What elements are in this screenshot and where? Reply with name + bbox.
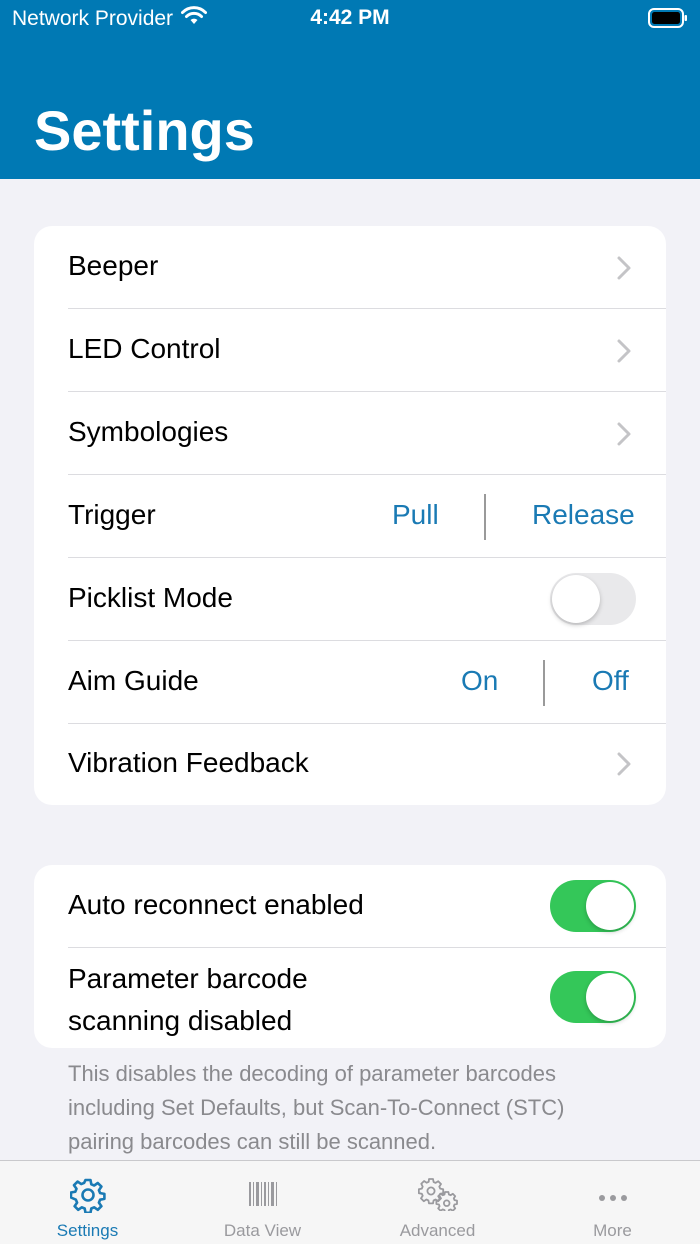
tab-label: More <box>593 1221 632 1240</box>
settings-row-symbologies[interactable]: Symbologies <box>34 392 666 475</box>
tab-label: Settings <box>56 1221 119 1240</box>
row-label: Beeper <box>68 250 159 281</box>
row-label: Vibration Feedback <box>68 747 309 778</box>
settings-row-parameter-barcode: Parameter barcode scanning disabled <box>34 948 666 1048</box>
auto-reconnect-toggle[interactable] <box>550 880 636 932</box>
picklist-mode-toggle[interactable] <box>550 573 636 625</box>
chevron-right-icon <box>617 256 631 280</box>
row-label: Picklist Mode <box>68 582 233 613</box>
settings-row-led-control[interactable]: LED Control <box>34 309 666 392</box>
gear-icon <box>69 1177 106 1218</box>
chevron-right-icon <box>617 752 631 776</box>
tab-data-view[interactable]: Data View <box>175 1161 350 1244</box>
segment-divider <box>543 660 545 706</box>
row-label: Symbologies <box>68 416 229 447</box>
chevron-right-icon <box>617 422 631 446</box>
scanner-settings-card: Beeper LED Control Symbologies Trigger P… <box>34 226 666 805</box>
settings-row-picklist-mode: Picklist Mode <box>34 558 666 641</box>
row-label: LED Control <box>68 333 221 364</box>
connection-settings-card: Auto reconnect enabled Parameter barcode… <box>34 865 666 1048</box>
chevron-right-icon <box>617 339 631 363</box>
tab-label: Advanced <box>399 1221 476 1240</box>
settings-row-aim-guide: Aim Guide On Off <box>34 641 666 724</box>
footnote-text: This disables the decoding of parameter … <box>68 1057 638 1159</box>
toggle-knob <box>586 882 634 930</box>
row-label: Auto reconnect enabled <box>68 889 364 920</box>
ellipsis-icon <box>598 1189 628 1207</box>
footnote-line: pairing barcodes can still be scanned. <box>68 1129 437 1154</box>
barcode-icon <box>248 1181 278 1212</box>
footnote-line: This disables the decoding of parameter … <box>68 1061 556 1086</box>
battery-icon <box>648 8 688 33</box>
header-bar: Network Provider 4:42 PM Settings <box>0 0 700 179</box>
tab-settings[interactable]: Settings <box>0 1161 175 1244</box>
row-label-line: scanning disabled <box>68 1005 293 1036</box>
trigger-release-option[interactable]: Release <box>532 499 635 531</box>
gears-icon <box>417 1177 458 1216</box>
aim-guide-off-option[interactable]: Off <box>592 665 629 697</box>
tab-bar: Settings Data View Advanced More <box>0 1160 700 1244</box>
settings-row-auto-reconnect: Auto reconnect enabled <box>34 865 666 948</box>
toggle-knob <box>552 575 600 623</box>
tab-more[interactable]: More <box>525 1161 700 1244</box>
page-title: Settings <box>34 99 255 162</box>
aim-guide-on-option[interactable]: On <box>461 665 498 697</box>
tab-advanced[interactable]: Advanced <box>350 1161 525 1244</box>
tab-label: Data View <box>223 1221 302 1240</box>
status-time: 4:42 PM <box>310 6 390 29</box>
parameter-barcode-toggle[interactable] <box>550 971 636 1023</box>
row-label: Parameter barcode scanning disabled <box>68 958 308 1042</box>
settings-row-vibration-feedback[interactable]: Vibration Feedback <box>34 724 666 805</box>
row-label-line: Parameter barcode <box>68 963 308 994</box>
row-label: Trigger <box>68 499 156 530</box>
segment-divider <box>484 494 486 540</box>
trigger-pull-option[interactable]: Pull <box>392 499 439 531</box>
toggle-knob <box>586 973 634 1021</box>
settings-row-beeper[interactable]: Beeper <box>34 226 666 309</box>
row-label: Aim Guide <box>68 665 199 696</box>
settings-row-trigger: Trigger Pull Release <box>34 475 666 558</box>
footnote-line: including Set Defaults, but Scan-To-Conn… <box>68 1095 565 1120</box>
status-bar: Network Provider 4:42 PM <box>0 0 700 38</box>
